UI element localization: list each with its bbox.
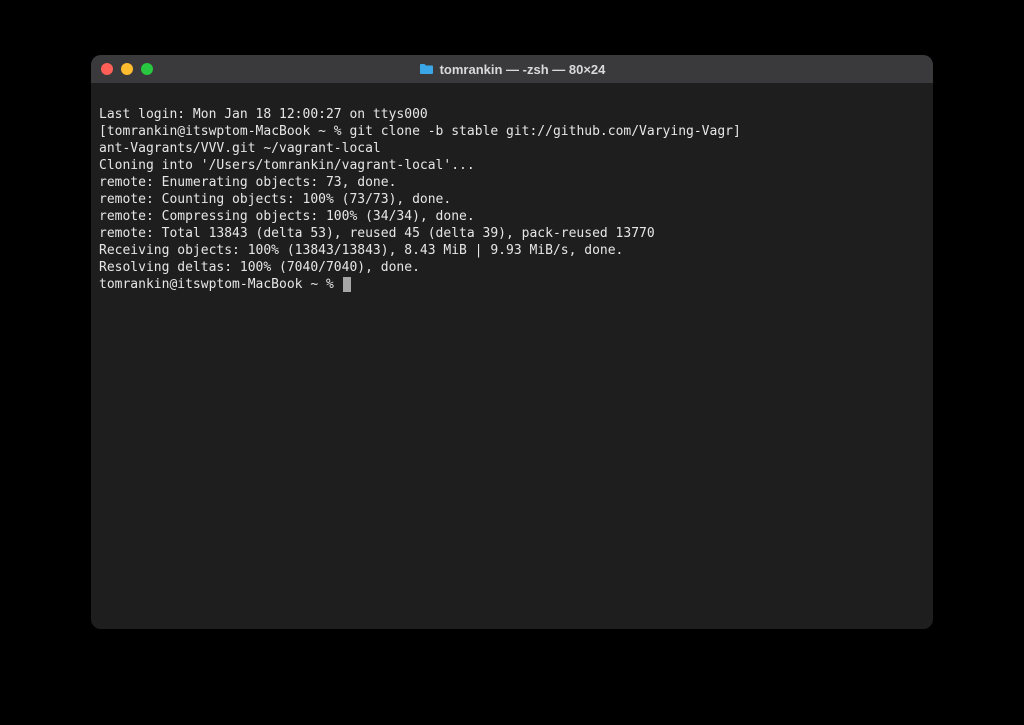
- window-title: tomrankin — -zsh — 80×24: [91, 62, 933, 77]
- terminal-line: Resolving deltas: 100% (7040/7040), done…: [99, 259, 925, 276]
- prompt-bracket-close: ]: [733, 124, 741, 139]
- terminal-line: remote: Enumerating objects: 73, done.: [99, 174, 925, 191]
- terminal-window: tomrankin — -zsh — 80×24 Last login: Mon…: [91, 55, 933, 629]
- title-bar[interactable]: tomrankin — -zsh — 80×24: [91, 55, 933, 83]
- terminal-prompt-line: [tomrankin@itswptom-MacBook ~ % git clon…: [99, 123, 925, 140]
- terminal-line: remote: Total 13843 (delta 53), reused 4…: [99, 225, 925, 242]
- terminal-line: remote: Counting objects: 100% (73/73), …: [99, 191, 925, 208]
- prompt-command: git clone -b stable git://github.com/Var…: [349, 124, 733, 139]
- folder-icon: [419, 63, 434, 75]
- terminal-prompt-line: tomrankin@itswptom-MacBook ~ %: [99, 276, 925, 293]
- prompt-bracket-open: [: [99, 124, 107, 139]
- maximize-icon[interactable]: [141, 63, 153, 75]
- terminal-prompt-continuation: ant-Vagrants/VVV.git ~/vagrant-local: [99, 140, 925, 157]
- close-icon[interactable]: [101, 63, 113, 75]
- terminal-line: Receiving objects: 100% (13843/13843), 8…: [99, 242, 925, 259]
- cursor-icon: [343, 277, 351, 292]
- prompt-host: tomrankin@itswptom-MacBook ~ %: [99, 277, 342, 292]
- prompt-host: tomrankin@itswptom-MacBook ~ %: [107, 124, 350, 139]
- terminal-body[interactable]: Last login: Mon Jan 18 12:00:27 on ttys0…: [91, 83, 933, 629]
- terminal-line: Cloning into '/Users/tomrankin/vagrant-l…: [99, 157, 925, 174]
- terminal-line: remote: Compressing objects: 100% (34/34…: [99, 208, 925, 225]
- traffic-lights: [101, 63, 153, 75]
- minimize-icon[interactable]: [121, 63, 133, 75]
- window-title-text: tomrankin — -zsh — 80×24: [440, 62, 606, 77]
- terminal-line: Last login: Mon Jan 18 12:00:27 on ttys0…: [99, 106, 925, 123]
